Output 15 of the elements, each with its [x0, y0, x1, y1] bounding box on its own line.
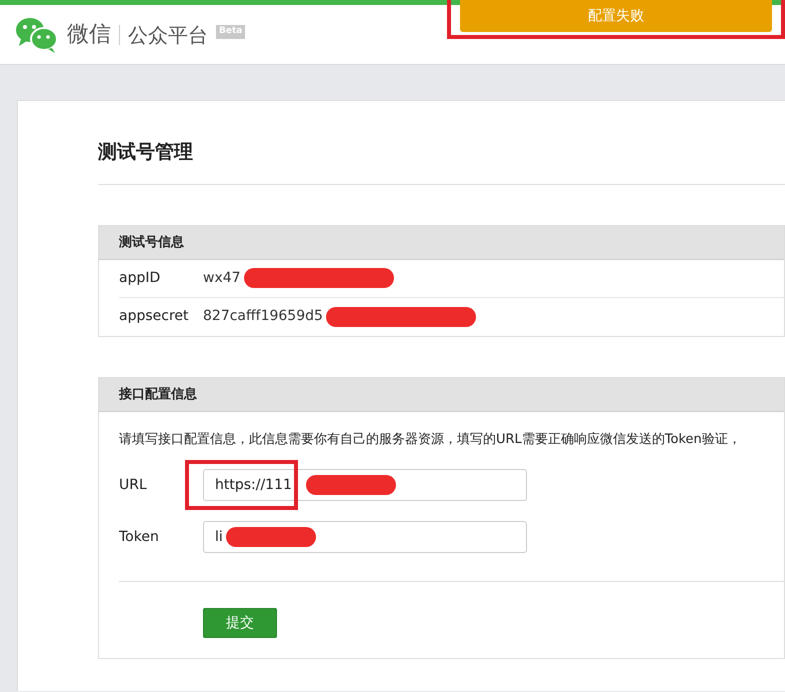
- page-title: 测试号管理: [98, 141, 194, 164]
- field-value: 827cafff19659d5: [203, 307, 323, 326]
- field-label: URL: [119, 476, 148, 495]
- product-name: 公众平台: [128, 22, 208, 48]
- field-label: appsecret: [119, 307, 190, 326]
- panel-header: 测试号信息: [99, 226, 784, 260]
- submit-button[interactable]: 提交: [203, 608, 277, 638]
- field-label: appID: [119, 268, 162, 288]
- field-value: wx47: [203, 268, 241, 288]
- chat-bubbles-icon: [15, 16, 59, 52]
- field-label: Token: [119, 528, 160, 547]
- error-toast: 配置失败: [460, 0, 772, 32]
- description-text: 请填写接口配置信息，此信息需要你有自己的服务器资源，填写的URL需要正确响应微信发送的Token验证，: [118, 430, 742, 449]
- brand-name: 微信: [67, 21, 111, 49]
- panel-header: 接口配置信息: [99, 378, 784, 412]
